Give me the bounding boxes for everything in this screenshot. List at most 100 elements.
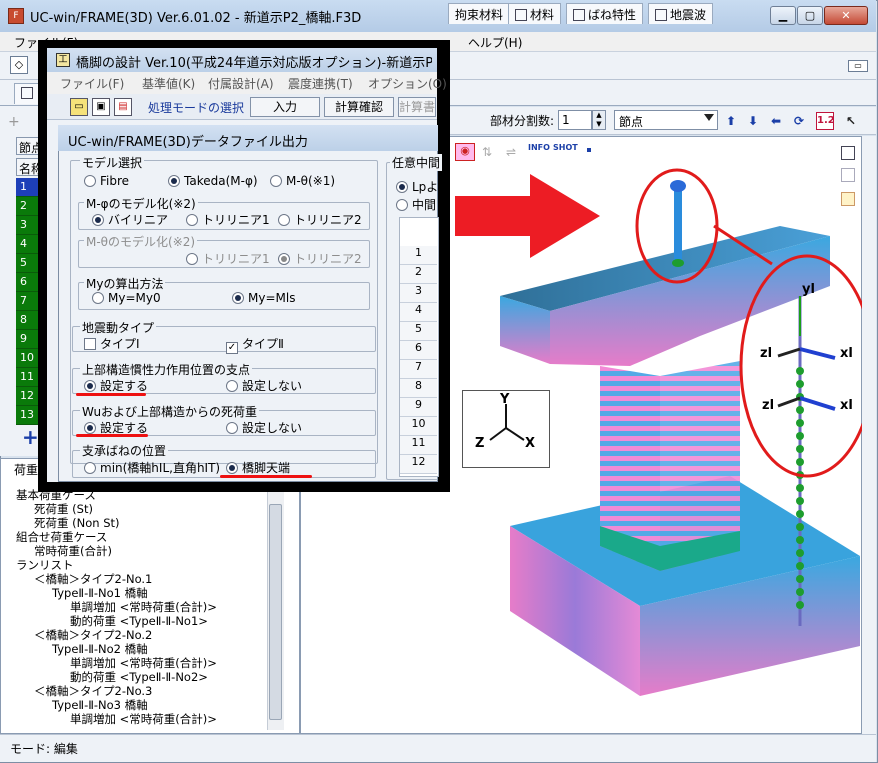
member-split-spinner[interactable]: ▲ ▼ (592, 110, 606, 130)
intermediate-row[interactable]: 3 (400, 284, 437, 303)
m-phi-bilinear-radio[interactable]: バイリニア (92, 211, 168, 228)
intermediate-row[interactable]: 6 (400, 341, 437, 360)
tree-scroll-thumb[interactable] (269, 504, 282, 720)
tree-item[interactable]: 単調増加 <常時荷重(合計)> (70, 711, 217, 727)
viewport-sidebar (862, 136, 876, 734)
scale-icon[interactable]: 1.2 (816, 112, 835, 130)
chevron-down-icon[interactable] (704, 114, 714, 121)
mode-input-button[interactable]: 入力 (250, 97, 320, 117)
m-phi-trilinear2-radio[interactable]: トリリニア2 (278, 211, 362, 228)
intermediate-row[interactable]: 10 (400, 417, 437, 436)
plus-icon[interactable]: + (8, 114, 20, 130)
save-icon[interactable]: ▣ (92, 98, 110, 116)
model-takeda-radio[interactable]: Takeda(M-φ) (168, 174, 258, 188)
node-dot[interactable] (796, 575, 804, 583)
node-dot[interactable] (796, 419, 804, 427)
model-fibre-radio[interactable]: Fibre (84, 174, 129, 188)
cube-icon[interactable]: ◇ (10, 56, 28, 74)
mode-check-button[interactable]: 計算確認 (324, 97, 394, 117)
rotate-icon[interactable]: ⟳ (790, 112, 808, 130)
bearing-pier-top-radio[interactable]: 橋脚天端 (226, 459, 290, 476)
eq-type2-checkbox[interactable]: ✓ タイプⅡ (226, 335, 284, 354)
bridge-menu-standards[interactable]: 基準値(K) (142, 75, 195, 92)
local-x-label-2: xl (840, 398, 853, 413)
intermediate-row[interactable]: 1 (400, 246, 437, 265)
inertia-unset-radio[interactable]: 設定しない (226, 377, 302, 394)
arrow-up-icon[interactable]: ⬆ (722, 112, 740, 130)
local-z-label-2: zl (762, 398, 775, 413)
my-calc-mls-radio[interactable]: My=Mls (232, 291, 295, 305)
local-x-axis-2 (799, 396, 836, 411)
close-button[interactable]: ✕ (824, 6, 868, 25)
highlight-underline-2 (76, 434, 148, 437)
node-dot[interactable] (796, 367, 804, 375)
node-dot[interactable] (796, 536, 804, 544)
big-arrow (455, 174, 600, 258)
bridge-menu-seismic[interactable]: 震度連携(T) (288, 75, 353, 92)
local-z-axis-1 (777, 347, 801, 358)
local-z-label: zl (760, 346, 773, 361)
export-file-icon[interactable]: ▤ (114, 98, 132, 116)
node-dot[interactable] (796, 588, 804, 596)
status-text: モード: 編集 (10, 742, 78, 756)
highlight-underline-1 (76, 393, 146, 396)
node-select[interactable]: 節点 (614, 110, 718, 130)
bridge-menu-option[interactable]: オプション(O) (368, 75, 447, 92)
inertia-support-label: 上部構造慣性力作用位置の支点 (80, 361, 253, 378)
eq-type-label: 地震動タイプ (80, 319, 157, 336)
bearing-min-radio[interactable]: min(橋軸hIL,直角hIT) (84, 459, 220, 476)
mode-report-button[interactable]: 計算書 (398, 97, 436, 117)
intermediate-mid-radio[interactable]: 中間 (396, 196, 436, 213)
intermediate-row[interactable]: 8 (400, 379, 437, 398)
highlight-underline-3 (220, 475, 312, 478)
open-folder-icon[interactable]: ▭ (70, 98, 88, 116)
eq-type1-checkbox[interactable]: タイプⅠ (84, 335, 140, 352)
cursor-icon[interactable]: ↖ (842, 112, 860, 130)
keyboard-icon[interactable]: ▭ (848, 60, 868, 72)
global-z-label: Z (475, 436, 485, 451)
add-node-icon[interactable]: + (22, 425, 39, 449)
intermediate-row[interactable]: 9 (400, 398, 437, 417)
tab-seismic-wave[interactable]: 地震波 (648, 3, 714, 24)
intermediate-row[interactable]: 5 (400, 322, 437, 341)
node-dot[interactable] (796, 601, 804, 609)
node-dot[interactable] (796, 549, 804, 557)
tab-spring[interactable]: ばね特性 (566, 3, 644, 24)
bridge-menu-file[interactable]: ファイル(F) (60, 75, 124, 92)
my-calc-my0-radio[interactable]: My=My0 (92, 291, 161, 305)
arrow-left-icon[interactable]: ⬅ (767, 112, 785, 130)
bridge-menu-attached[interactable]: 付属設計(A) (208, 75, 274, 92)
intermediate-row[interactable]: 2 (400, 265, 437, 284)
node-dot[interactable] (796, 432, 804, 440)
m-phi-label: M-φのモデル化(※2) (84, 195, 198, 212)
inertia-set-radio[interactable]: 設定する (84, 377, 148, 394)
intermediate-row[interactable]: 4 (400, 303, 437, 322)
minimize-button[interactable]: ▁ (770, 6, 796, 25)
node-dot[interactable] (796, 523, 804, 531)
intermediate-row[interactable]: 11 (400, 436, 437, 455)
menu-help[interactable]: ヘルプ(H) (468, 34, 522, 51)
node-dot[interactable] (796, 458, 804, 466)
node-dot[interactable] (796, 497, 804, 505)
node-dot[interactable] (796, 445, 804, 453)
member-split-input[interactable]: 1 (558, 110, 592, 130)
local-y-label: yl (802, 282, 815, 297)
intermediate-row[interactable]: 7 (400, 360, 437, 379)
node-dot[interactable] (796, 484, 804, 492)
node-dot[interactable] (796, 380, 804, 388)
arrow-down-icon[interactable]: ⬇ (744, 112, 762, 130)
model-m-theta-radio[interactable]: M-θ(※1) (270, 174, 335, 188)
bridge-app-icon: 工 (56, 53, 70, 67)
intermediate-lp-radio[interactable]: Lpよ (396, 178, 438, 195)
intermediate-row[interactable]: 12 (400, 455, 437, 474)
m-theta-trilinear2-radio: トリリニア2 (278, 250, 362, 267)
node-dot[interactable] (796, 510, 804, 518)
m-phi-trilinear1-radio[interactable]: トリリニア1 (186, 211, 270, 228)
maximize-button[interactable]: ▢ (797, 6, 823, 25)
tab-restraint-material[interactable]: 拘束材料 (448, 3, 511, 24)
node-dot[interactable] (796, 562, 804, 570)
member-split-label: 部材分割数: (490, 114, 555, 128)
dead-load-unset-radio[interactable]: 設定しない (226, 419, 302, 436)
tab-material[interactable]: 材料 (508, 3, 562, 24)
node-dot[interactable] (796, 406, 804, 414)
